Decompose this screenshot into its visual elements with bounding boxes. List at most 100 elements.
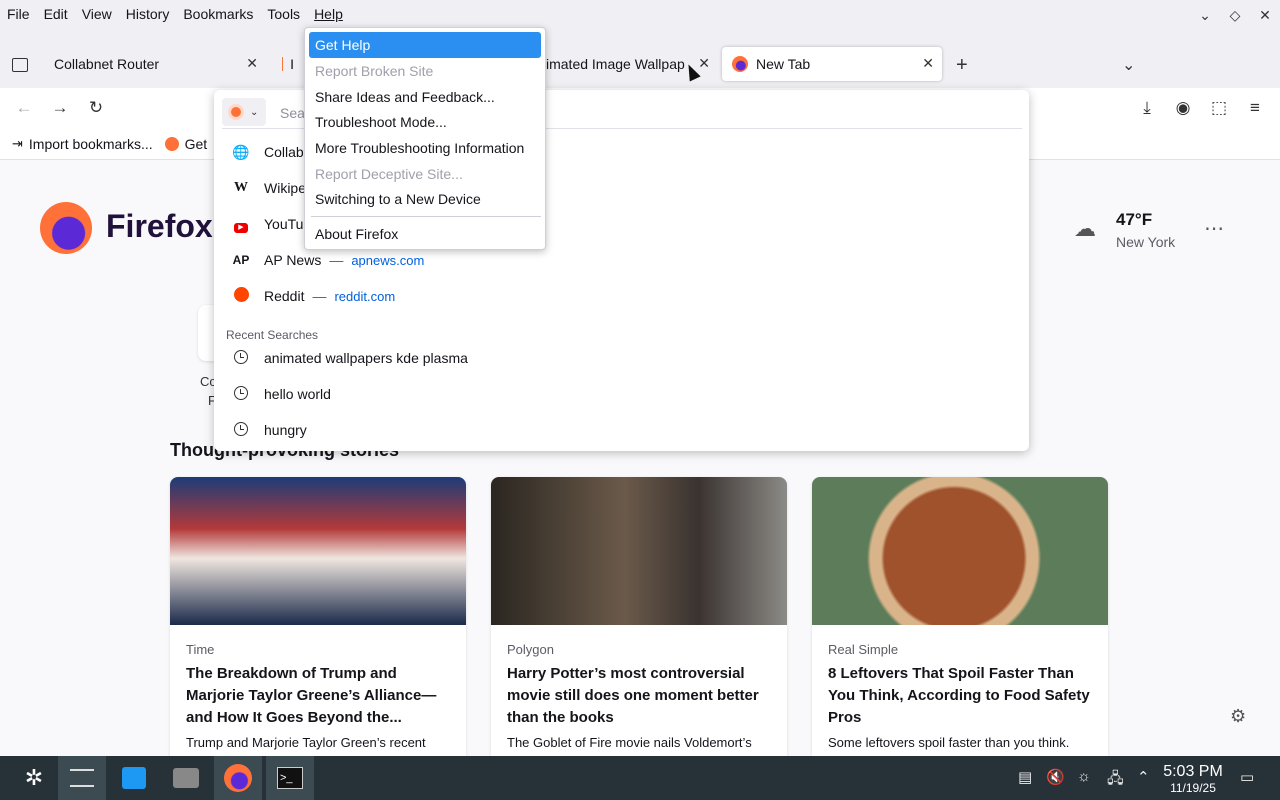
suggestion-text: Reddit — reddit.com — [264, 288, 396, 304]
volume-muted-icon[interactable]: 🔇 — [1046, 768, 1065, 786]
firefox-logo-icon — [40, 202, 92, 254]
story-card[interactable]: Real Simple 8 Leftovers That Spoil Faste… — [812, 477, 1108, 767]
duckduckgo-icon — [228, 104, 244, 120]
bookmark-label: Get — [184, 135, 208, 152]
story-card[interactable]: Time The Breakdown of Trump and Marjorie… — [170, 477, 466, 767]
clock-icon — [232, 349, 250, 367]
chevron-down-icon: ⌄ — [250, 106, 259, 118]
recent-search-row[interactable]: animated wallpapers kde plasma — [214, 340, 1029, 376]
extensions-icon[interactable]: ⬚ — [1208, 97, 1230, 119]
menu-edit[interactable]: Edit — [37, 0, 75, 30]
back-icon[interactable]: ← — [13, 97, 35, 119]
app-launcher-icon[interactable]: ✲ — [10, 756, 58, 800]
menuitem-more-troubleshooting[interactable]: More Troubleshooting Information — [309, 135, 541, 161]
tab-strip: Collabnet Router ✕ I imated Image Wallpa… — [0, 30, 1280, 88]
help-menu: Get Help Report Broken Site Share Ideas … — [304, 27, 546, 250]
suggestion-row[interactable]: Reddit — reddit.com — [214, 278, 1029, 314]
clipboard-icon[interactable]: ▤ — [1018, 768, 1032, 786]
story-source: Polygon — [507, 642, 554, 657]
menu-view[interactable]: View — [75, 0, 119, 30]
menu-history[interactable]: History — [119, 0, 177, 30]
tab-title: I — [290, 56, 294, 72]
account-icon[interactable]: ◉ — [1172, 97, 1194, 119]
minimize-icon[interactable]: ⌄ — [1190, 7, 1220, 24]
close-window-icon[interactable]: ✕ — [1250, 7, 1280, 24]
search-engine-button[interactable]: ⌄ — [222, 98, 266, 126]
story-description: Some leftovers spoil faster than you thi… — [828, 735, 1070, 750]
menu-bar: File Edit View History Bookmarks Tools H… — [0, 0, 1280, 30]
youtube-icon: ▶ — [232, 216, 250, 233]
menu-separator — [311, 216, 541, 217]
window-controls: ⌄ ◇ ✕ — [1190, 0, 1280, 30]
tab-title: New Tab — [756, 56, 811, 72]
menuitem-troubleshoot-mode[interactable]: Troubleshoot Mode... — [309, 109, 541, 135]
brand-wordmark: Firefox — [106, 208, 213, 244]
story-image — [812, 477, 1108, 625]
menu-help[interactable]: Help — [307, 0, 350, 30]
clock-icon — [232, 385, 250, 403]
tab-close-icon[interactable]: ✕ — [922, 55, 934, 72]
list-all-tabs-icon[interactable]: ⌄ — [1122, 55, 1135, 75]
bookmark-get[interactable]: Get — [164, 135, 208, 152]
terminal-icon[interactable]: >_ — [266, 756, 314, 800]
suggestion-title: AP News — [264, 252, 322, 268]
story-image — [170, 477, 466, 625]
suggestion-title: Reddit — [264, 288, 305, 304]
ap-news-icon: AP — [232, 253, 250, 267]
tab-collabnet-router[interactable]: Collabnet Router ✕ — [44, 47, 266, 81]
customize-gear-icon[interactable]: ⚙ — [1230, 706, 1246, 727]
partly-cloudy-icon: ☁ — [1074, 216, 1096, 241]
discover-store-icon[interactable] — [110, 756, 158, 800]
menuitem-report-deceptive-site[interactable]: Report Deceptive Site... — [309, 161, 541, 187]
menuitem-share-ideas[interactable]: Share Ideas and Feedback... — [309, 84, 541, 110]
story-card[interactable]: Polygon Harry Potter’s most controversia… — [491, 477, 787, 767]
show-desktop-icon[interactable]: ▭ — [1240, 768, 1254, 786]
tab-title: Collabnet Router — [54, 56, 160, 72]
tab-close-icon[interactable]: ✕ — [698, 55, 710, 72]
suggestion-title: YouTu — [264, 216, 304, 232]
brightness-icon[interactable]: ☼ — [1077, 768, 1091, 785]
app-menu-icon[interactable]: ≡ — [1244, 97, 1266, 119]
menuitem-get-help[interactable]: Get Help — [309, 32, 541, 58]
taskbar: ✲ >_ ▤ 🔇 ☼ 🖧 ⌃ 5:03 PM 11/19/25 ▭ — [0, 756, 1280, 800]
globe-icon: 🌐 — [232, 143, 250, 160]
suggestion-title: Collab — [264, 144, 304, 160]
story-title: Harry Potter’s most controversial movie … — [507, 665, 759, 726]
tab-new-tab[interactable]: New Tab ✕ — [722, 47, 942, 81]
network-icon[interactable]: 🖧 — [1107, 768, 1124, 793]
tab-close-icon[interactable]: ✕ — [246, 55, 258, 72]
menu-tools[interactable]: Tools — [260, 0, 307, 30]
maximize-icon[interactable]: ◇ — [1220, 7, 1250, 24]
weather-temperature: 47°F — [1116, 210, 1153, 229]
firefox-view-icon[interactable] — [12, 58, 28, 72]
steam-app-icon[interactable] — [162, 756, 210, 800]
recent-search-text: hello world — [264, 386, 331, 402]
forward-icon[interactable]: → — [49, 97, 71, 119]
story-title: 8 Leftovers That Spoil Faster Than You T… — [828, 665, 1090, 726]
menu-bookmarks[interactable]: Bookmarks — [176, 0, 260, 30]
menuitem-about-firefox[interactable]: About Firefox — [309, 221, 541, 247]
recent-search-row[interactable]: hungry — [214, 412, 1029, 448]
more-options-icon[interactable]: ⋯ — [1204, 216, 1224, 241]
story-source: Time — [186, 642, 215, 657]
new-tab-icon[interactable]: + — [956, 54, 968, 77]
suggestion-url: reddit.com — [334, 289, 396, 304]
import-bookmarks[interactable]: ⇥ Import bookmarks... — [12, 136, 153, 152]
tab-title: imated Image Wallpap — [546, 56, 685, 72]
clock-time: 5:03 PM — [1163, 763, 1223, 780]
task-manager-icon[interactable] — [58, 756, 106, 800]
downloads-icon[interactable]: ⤓ — [1136, 97, 1158, 119]
menu-file[interactable]: File — [0, 0, 37, 30]
tab-partial[interactable]: I — [272, 47, 304, 81]
menuitem-report-broken-site[interactable]: Report Broken Site — [309, 58, 541, 84]
firefox-taskbar-icon[interactable] — [214, 756, 262, 800]
story-image — [491, 477, 787, 625]
import-icon: ⇥ — [12, 135, 23, 151]
clock[interactable]: 5:03 PM 11/19/25 — [1158, 763, 1228, 795]
menuitem-switching-device[interactable]: Switching to a New Device — [309, 186, 541, 212]
suggestion-text: AP News — apnews.com — [264, 252, 425, 268]
recent-search-text: hungry — [264, 422, 307, 438]
recent-search-row[interactable]: hello world — [214, 376, 1029, 412]
tray-expand-icon[interactable]: ⌃ — [1137, 768, 1150, 786]
reload-icon[interactable]: ↻ — [85, 97, 107, 119]
